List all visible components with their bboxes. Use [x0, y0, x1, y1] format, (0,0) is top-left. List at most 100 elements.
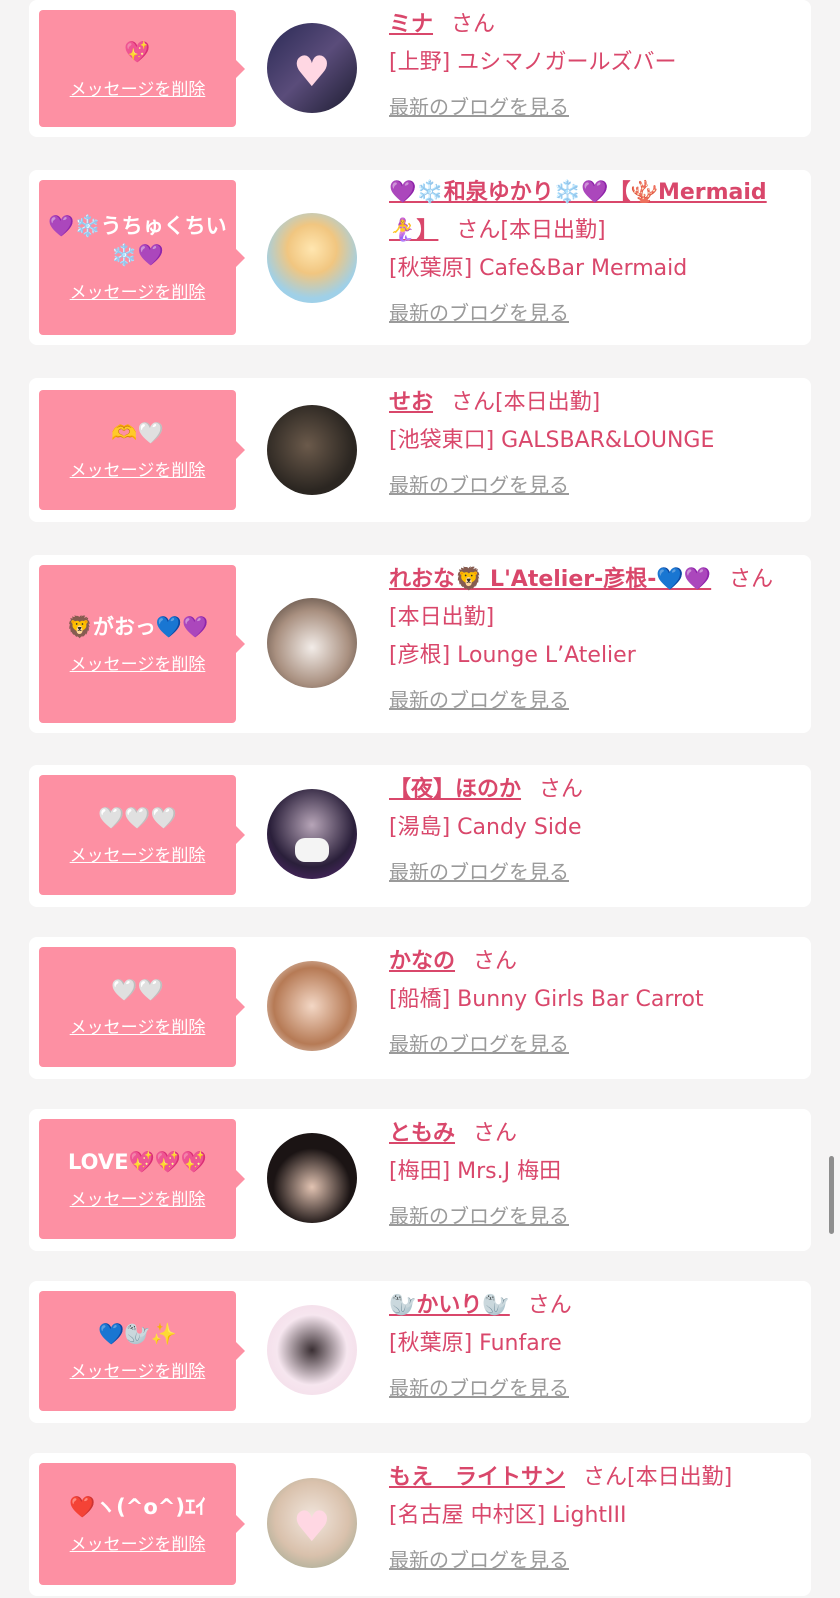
favorite-card: 🤍🤍 メッセージを削除 かなの さん [船橋] Bunny Girls Bar C…: [29, 937, 811, 1079]
today-badge: [本日出勤]: [495, 390, 601, 415]
cast-info: 【夜】ほのか さん [湯島] Candy Side 最新のブログを見る: [389, 771, 794, 887]
heart-sticker-icon: ♥: [293, 1502, 331, 1552]
favorite-card: 🦁がおっ💙💜 メッセージを削除 れおな🦁 L'Atelier-彦根-💙💜 さん [本…: [29, 555, 811, 733]
message-bubble: 🫶🤍 メッセージを削除: [39, 390, 245, 510]
honorific: さん: [473, 949, 518, 974]
message-bubble: 💙🦭✨ メッセージを削除: [39, 1291, 245, 1411]
message-text: ❤️ヽ(^o^)ｴｲ: [69, 1495, 206, 1519]
cast-name-link[interactable]: せお: [389, 390, 433, 415]
latest-blog-link[interactable]: 最新のブログを見る: [389, 1373, 569, 1403]
delete-message-link[interactable]: メッセージを削除: [70, 1013, 206, 1038]
cast-info: ともみ さん [梅田] Mrs.J 梅田 最新のブログを見る: [389, 1115, 794, 1231]
delete-message-link[interactable]: メッセージを削除: [70, 75, 206, 100]
cast-name-link[interactable]: ミナ: [389, 12, 433, 37]
honorific: さん: [729, 567, 774, 592]
message-bubble: ❤️ヽ(^o^)ｴｲ メッセージを削除: [39, 1463, 245, 1585]
today-badge: [本日出勤]: [500, 218, 606, 243]
delete-message-link[interactable]: メッセージを削除: [70, 650, 206, 675]
delete-message-link[interactable]: メッセージを削除: [70, 841, 206, 866]
honorific: さん: [583, 1465, 628, 1490]
favorite-card: ❤️ヽ(^o^)ｴｲ メッセージを削除 ♥ もえ ライトサン さん[本日出勤] […: [29, 1453, 811, 1596]
cast-name-link[interactable]: 【夜】ほのか: [389, 777, 521, 802]
name-row: ともみ さん: [389, 1115, 794, 1153]
avatar[interactable]: [267, 1305, 357, 1395]
message-bubble: 🦁がおっ💙💜 メッセージを削除: [39, 565, 245, 723]
honorific: さん: [451, 390, 496, 415]
cast-info: もえ ライトサン さん[本日出勤] [名古屋 中村区] LightIII 最新のブ…: [389, 1459, 794, 1575]
honorific: さん: [451, 12, 496, 37]
avatar[interactable]: [267, 598, 357, 688]
avatar[interactable]: [267, 961, 357, 1051]
latest-blog-link[interactable]: 最新のブログを見る: [389, 685, 569, 715]
favorite-card: LOVE💖💖💖 メッセージを削除 ともみ さん [梅田] Mrs.J 梅田 最新の…: [29, 1109, 811, 1251]
shop-label: [秋葉原] Funfare: [389, 1331, 562, 1356]
delete-message-link[interactable]: メッセージを削除: [70, 1185, 206, 1210]
latest-blog-link[interactable]: 最新のブログを見る: [389, 857, 569, 887]
favorite-card: 💙🦭✨ メッセージを削除 🦭かいり🦭 さん [秋葉原] Funfare 最新のブロ…: [29, 1281, 811, 1423]
shop-label: [秋葉原] Cafe&Bar Mermaid: [389, 256, 688, 281]
avatar[interactable]: [267, 789, 357, 879]
honorific: さん: [456, 218, 501, 243]
name-row: 🦭かいり🦭 さん: [389, 1287, 794, 1325]
cast-info: せお さん[本日出勤] [池袋東口] GALSBAR&LOUNGE 最新のブログを…: [389, 384, 794, 500]
delete-message-link[interactable]: メッセージを削除: [70, 456, 206, 481]
message-text: 🤍🤍🤍: [98, 806, 177, 830]
name-row: ミナ さん: [389, 6, 794, 44]
message-bubble: 💖 メッセージを削除: [39, 10, 245, 127]
avatar[interactable]: [267, 405, 357, 495]
honorific: さん: [539, 777, 584, 802]
cast-name-link[interactable]: ともみ: [389, 1121, 455, 1146]
message-text: 🫶🤍: [111, 421, 164, 445]
avatar[interactable]: ♥: [267, 23, 357, 113]
cast-name-link[interactable]: 🦭かいり🦭: [389, 1293, 510, 1318]
latest-blog-link[interactable]: 最新のブログを見る: [389, 298, 569, 328]
avatar[interactable]: ♥: [267, 1478, 357, 1568]
name-row: れおな🦁 L'Atelier-彦根-💙💜 さん [本日出勤]: [389, 561, 794, 637]
latest-blog-link[interactable]: 最新のブログを見る: [389, 92, 569, 122]
shop-label: [船橋] Bunny Girls Bar Carrot: [389, 987, 704, 1012]
delete-message-link[interactable]: メッセージを削除: [70, 1357, 206, 1382]
name-row: かなの さん: [389, 943, 794, 981]
name-row: 💜❄️和泉ゆかり❄️💜【🪸Mermaid🧜‍♀️】 さん[本日出勤]: [389, 174, 794, 250]
favorite-card: 🤍🤍🤍 メッセージを削除 【夜】ほのか さん [湯島] Candy Side 最新…: [29, 765, 811, 907]
shop-label: [名古屋 中村区] LightIII: [389, 1503, 627, 1528]
scrollbar[interactable]: [829, 1156, 834, 1234]
latest-blog-link[interactable]: 最新のブログを見る: [389, 470, 569, 500]
face-mask-icon: [295, 837, 329, 862]
favorite-card: 💖 メッセージを削除 ♥ ミナ さん [上野] ユシマノガールズバー 最新のブログ…: [29, 0, 811, 137]
favorite-card: 💜❄️うちゅくちい❄️💜 メッセージを削除 💜❄️和泉ゆかり❄️💜【🪸Merma…: [29, 170, 811, 345]
cast-info: かなの さん [船橋] Bunny Girls Bar Carrot 最新のブログ…: [389, 943, 794, 1059]
cast-name-link[interactable]: もえ ライトサン: [389, 1465, 565, 1490]
delete-message-link[interactable]: メッセージを削除: [70, 1530, 206, 1555]
message-text: 💖: [124, 39, 151, 64]
message-text: 💙🦭✨: [98, 1322, 177, 1346]
message-bubble: 🤍🤍🤍 メッセージを削除: [39, 775, 245, 895]
name-row: もえ ライトサン さん[本日出勤]: [389, 1459, 794, 1497]
favorite-card: 🫶🤍 メッセージを削除 せお さん[本日出勤] [池袋東口] GALSBAR&LO…: [29, 378, 811, 522]
message-text: 🦁がおっ💙💜: [66, 615, 209, 639]
latest-blog-link[interactable]: 最新のブログを見る: [389, 1201, 569, 1231]
latest-blog-link[interactable]: 最新のブログを見る: [389, 1545, 569, 1575]
shop-label: [湯島] Candy Side: [389, 815, 582, 840]
cast-info: 🦭かいり🦭 さん [秋葉原] Funfare 最新のブログを見る: [389, 1287, 794, 1403]
delete-message-link[interactable]: メッセージを削除: [70, 278, 206, 303]
heart-sticker-icon: ♥: [293, 47, 331, 97]
message-text: 💜❄️うちゅくちい❄️💜: [48, 214, 227, 267]
avatar[interactable]: [267, 1133, 357, 1223]
latest-blog-link[interactable]: 最新のブログを見る: [389, 1029, 569, 1059]
name-row: 【夜】ほのか さん: [389, 771, 794, 809]
avatar[interactable]: [267, 213, 357, 303]
message-bubble: LOVE💖💖💖 メッセージを削除: [39, 1119, 245, 1239]
honorific: さん: [473, 1121, 518, 1146]
shop-label: [彦根] Lounge L’Atelier: [389, 643, 636, 668]
cast-info: れおな🦁 L'Atelier-彦根-💙💜 さん [本日出勤] [彦根] Lounge…: [389, 561, 794, 715]
today-badge: [本日出勤]: [627, 1465, 733, 1490]
message-bubble: 💜❄️うちゅくちい❄️💜 メッセージを削除: [39, 180, 245, 335]
message-bubble: 🤍🤍 メッセージを削除: [39, 947, 245, 1067]
shop-label: [梅田] Mrs.J 梅田: [389, 1159, 562, 1184]
honorific: さん: [527, 1293, 572, 1318]
cast-name-link[interactable]: れおな🦁 L'Atelier-彦根-💙💜: [389, 567, 711, 592]
shop-label: [池袋東口] GALSBAR&LOUNGE: [389, 428, 715, 453]
cast-name-link[interactable]: かなの: [389, 949, 455, 974]
message-text: 🤍🤍: [111, 978, 164, 1002]
